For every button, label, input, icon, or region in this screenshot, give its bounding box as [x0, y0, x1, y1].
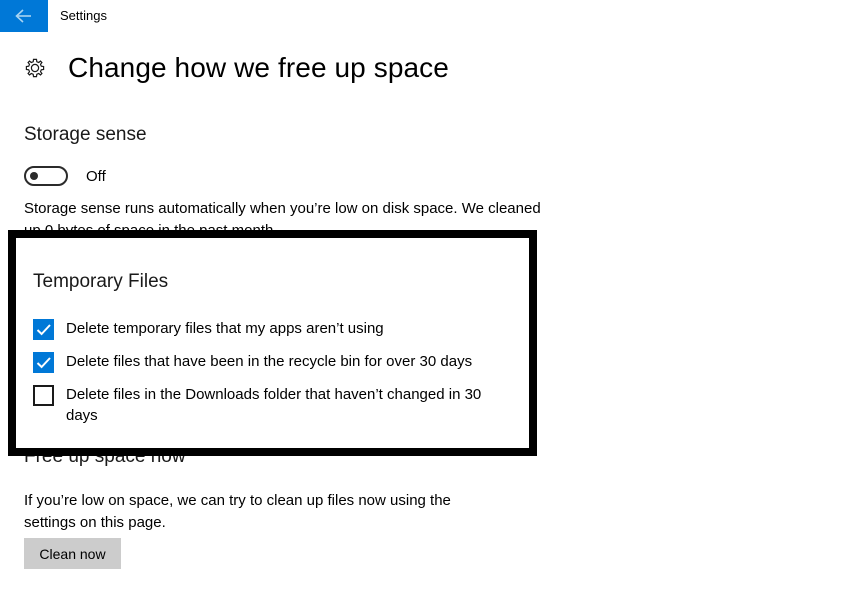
- toggle-knob: [30, 172, 38, 180]
- checkbox-row-delete-downloads[interactable]: Delete files in the Downloads folder tha…: [33, 384, 491, 426]
- checkbox-label: Delete temporary files that my apps aren…: [66, 320, 384, 337]
- temporary-files-heading: Temporary Files: [33, 271, 169, 292]
- toggle-state-label: Off: [86, 167, 106, 185]
- temporary-files-highlight-box: Temporary Files Delete temporary files t…: [8, 230, 537, 456]
- page-title: Change how we free up space: [68, 52, 449, 83]
- checkbox-delete-recycle-bin[interactable]: [33, 352, 54, 373]
- gear-icon: [22, 55, 48, 81]
- checkbox-delete-downloads[interactable]: [33, 385, 54, 406]
- storage-sense-heading: Storage sense: [24, 124, 147, 145]
- checkbox-row-delete-temp-files[interactable]: Delete temporary files that my apps aren…: [33, 318, 384, 340]
- checkbox-row-delete-recycle-bin[interactable]: Delete files that have been in the recyc…: [33, 351, 472, 373]
- clean-now-button[interactable]: Clean now: [24, 538, 121, 569]
- free-up-space-description: If you’re low on space, we can try to cl…: [24, 492, 451, 531]
- app-title: Settings: [60, 8, 107, 23]
- checkbox-label: Delete files in the Downloads folder tha…: [66, 386, 482, 424]
- checkbox-delete-temp-files[interactable]: [33, 319, 54, 340]
- storage-sense-toggle-row: Off: [24, 166, 106, 186]
- storage-sense-toggle[interactable]: [24, 166, 68, 186]
- back-arrow-icon: [0, 8, 48, 24]
- page-header: Change how we free up space: [22, 52, 449, 84]
- checkbox-label: Delete files that have been in the recyc…: [66, 353, 473, 370]
- title-bar: Settings: [0, 0, 856, 32]
- back-button[interactable]: [0, 0, 48, 32]
